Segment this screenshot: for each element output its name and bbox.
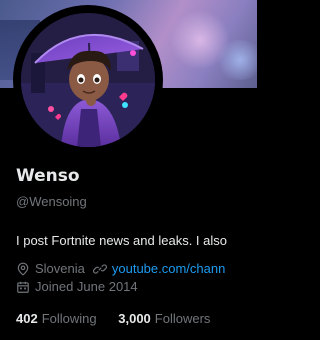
location-text: Slovenia bbox=[35, 261, 85, 276]
website-link[interactable]: youtube.com/chann bbox=[112, 261, 225, 276]
location-pin-icon bbox=[17, 262, 29, 276]
following-label: Following bbox=[41, 311, 97, 326]
link-icon bbox=[92, 263, 107, 274]
banner-decoration bbox=[215, 40, 257, 80]
joined-row: Joined June 2014 bbox=[16, 279, 146, 294]
followers-label: Followers bbox=[154, 311, 211, 326]
profile-bio: I post Fortnite news and leaks. I also bbox=[16, 233, 227, 248]
calendar-icon bbox=[17, 281, 29, 293]
display-name: Wenso bbox=[16, 166, 80, 186]
follow-stats: 402 Following 3,000 Followers bbox=[16, 311, 228, 326]
followers-count: 3,000 bbox=[118, 311, 151, 326]
avatar-character-illustration bbox=[21, 13, 155, 147]
avatar[interactable] bbox=[13, 5, 163, 155]
user-handle: @Wensoing bbox=[16, 194, 87, 209]
followers-link[interactable]: 3,000 Followers bbox=[118, 311, 210, 326]
location-item: Slovenia bbox=[16, 261, 85, 276]
joined-text: Joined June 2014 bbox=[35, 279, 138, 294]
following-link[interactable]: 402 Following bbox=[16, 311, 100, 326]
avatar-image bbox=[21, 13, 155, 147]
following-count: 402 bbox=[16, 311, 38, 326]
profile-meta-row: Slovenia youtube.com/chann bbox=[16, 261, 233, 276]
joined-item: Joined June 2014 bbox=[16, 279, 138, 294]
website-item[interactable]: youtube.com/chann bbox=[92, 261, 225, 276]
